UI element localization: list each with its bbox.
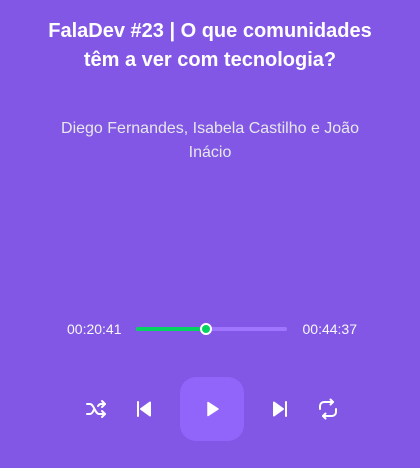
- progress-slider[interactable]: [136, 317, 287, 341]
- slider-thumb[interactable]: [200, 323, 213, 335]
- skip-back-icon: [137, 401, 151, 417]
- play-icon: [207, 401, 219, 417]
- shuffle-icon: [86, 400, 106, 418]
- next-button[interactable]: [268, 397, 292, 421]
- slider-fill: [136, 327, 207, 331]
- player-controls: [0, 377, 420, 441]
- progress-bar: 00:20:41 00:44:37: [0, 317, 420, 341]
- total-time: 00:44:37: [302, 321, 358, 337]
- play-button[interactable]: [180, 377, 244, 441]
- shuffle-button[interactable]: [84, 397, 108, 421]
- episode-members: Diego Fernandes, Isabela Castilho e João…: [61, 120, 359, 161]
- skip-forward-icon: [273, 401, 287, 417]
- previous-button[interactable]: [132, 397, 156, 421]
- repeat-button[interactable]: [316, 397, 340, 421]
- repeat-icon: [319, 398, 337, 420]
- episode-title: FalaDev #23 | O que comunidades têm a ve…: [48, 20, 372, 71]
- current-time: 00:20:41: [67, 321, 122, 337]
- player: FalaDev #23 | O que comunidades têm a ve…: [0, 0, 420, 468]
